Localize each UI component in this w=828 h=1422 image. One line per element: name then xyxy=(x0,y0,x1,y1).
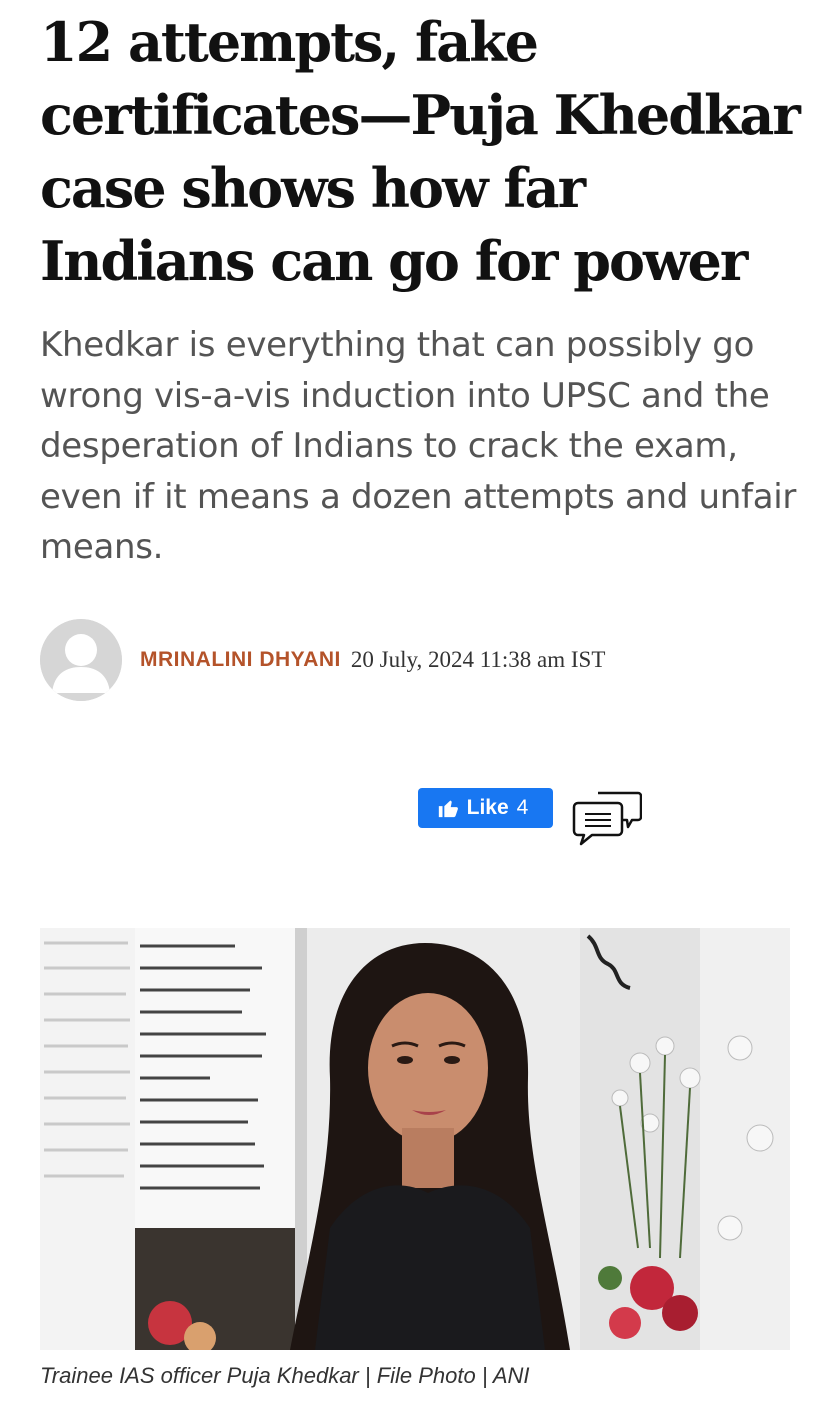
facebook-like-button[interactable]: Like 4 xyxy=(418,788,553,828)
publish-date: 20 July, 2024 11:38 am IST xyxy=(350,647,606,672)
byline: MRINALINI DHYANI 20 July, 2024 11:38 am … xyxy=(40,619,605,701)
article-headline: 12 attempts, fake certificates—Puja Khed… xyxy=(40,10,801,293)
like-label: Like xyxy=(466,796,509,819)
photo-caption: Trainee IAS officer Puja Khedkar | File … xyxy=(40,1363,530,1388)
article-subhead: Khedkar is everything that can possibly … xyxy=(40,325,797,567)
comment-bubbles-icon[interactable] xyxy=(572,789,643,847)
author-link[interactable]: MRINALINI DHYANI xyxy=(140,648,341,672)
thumbs-up-icon xyxy=(437,797,459,819)
default-user-icon xyxy=(40,619,122,701)
like-count: 4 xyxy=(516,796,529,819)
article-photo xyxy=(40,928,790,1350)
